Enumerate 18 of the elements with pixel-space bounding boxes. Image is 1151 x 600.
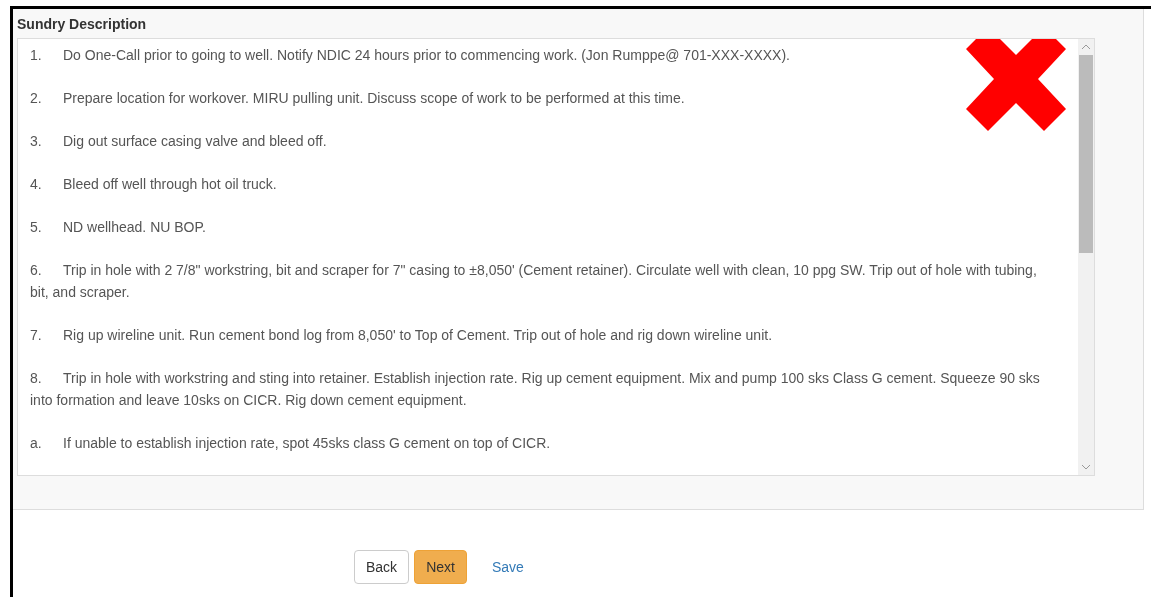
scrollbar[interactable] [1078,39,1094,475]
step-item: 3. Dig out surface casing valve and bleed off. [30,132,328,151]
step-item: 2. Prepare location for workover. MIRU pulling unit. Discuss scope of work to be performed at this time. [30,89,686,108]
step-item: 4. Bleed off well through hot oil truck. [30,175,278,194]
scroll-down-icon[interactable] [1081,463,1091,471]
save-link[interactable]: Save [479,550,536,584]
step-item: 6. Trip in hole with 2 7/8" workstring, bit and scraper for 7" casing to ±8,050' (Cement retainer). Circulate well with clean, 10 ppg SW. Trip out of hole with tubing, bit, and scraper. [30,261,1038,302]
back-button[interactable]: Back [354,550,410,584]
step-item: 8. Trip in hole with workstring and sting into retainer. Establish injection rate. Rig up cement equipment. Mix and pump 100 sks Class G cement. Squeeze 90 sks into formation and leave 10sks on CICR. Rig down cement equipment. [30,369,1041,410]
next-button[interactable]: Next [414,550,467,584]
description-textarea[interactable] [17,38,1095,476]
section-title: Sundry Description [17,16,147,32]
scroll-up-icon[interactable] [1081,43,1091,51]
cross-icon [966,39,1066,131]
step-item: 1. Do One-Call prior to going to well. Notify NDIC 24 hours prior to commencing work. (Jon Rumppe@ 701-XXX-XXXX). [30,46,791,65]
step-item: 7. Rig up wireline unit. Run cement bond log from 8,050' to Top of Cement. Trip out of hole and rig down wireline unit. [30,326,774,345]
step-item: 5. ND wellhead. NU BOP. [30,218,207,237]
step-item: a. If unable to establish injection rate, spot 45sks class G cement on top of CICR. [30,434,552,453]
